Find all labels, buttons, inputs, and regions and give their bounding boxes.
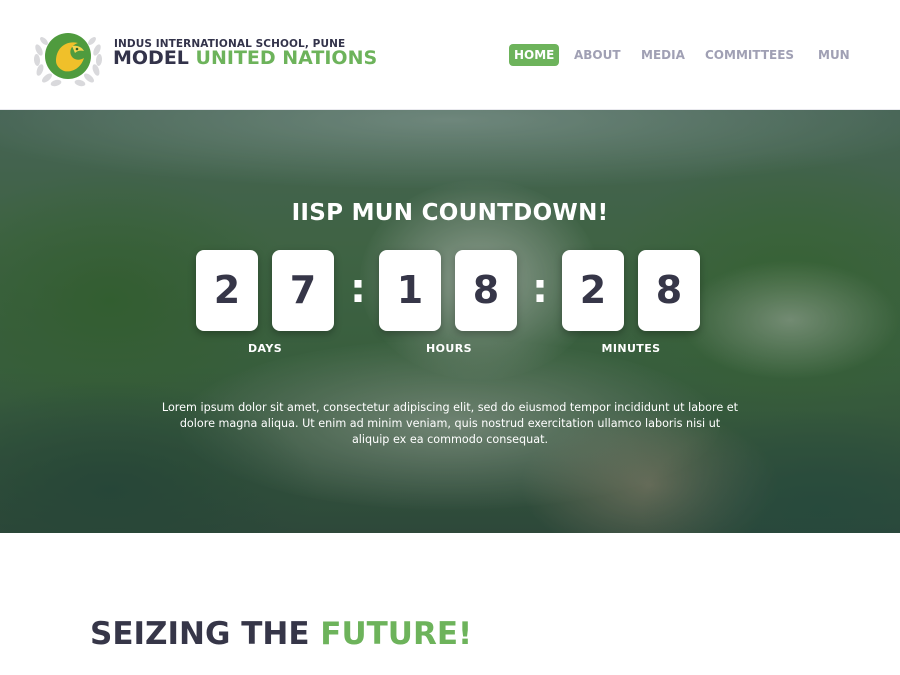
section-heading: SEIZING THE FUTURE!	[90, 616, 472, 652]
hours-digit-1: 1	[379, 250, 441, 331]
site-header: INDUS INTERNATIONAL SCHOOL, PUNE MODEL U…	[0, 0, 900, 110]
brand-title-accent: UNITED NATIONS	[195, 47, 378, 69]
days-label: DAYS	[247, 342, 283, 355]
section-heading-accent: FUTURE!	[320, 616, 473, 652]
minutes-label: MINUTES	[601, 342, 661, 355]
separator-colon: :	[350, 266, 366, 312]
nav-about[interactable]: ABOUT	[574, 44, 621, 66]
days-digit-2: 7	[272, 250, 334, 331]
hero-description: Lorem ipsum dolor sit amet, consectetur …	[161, 401, 739, 446]
brand-title-prefix: MODEL	[113, 47, 189, 69]
countdown-title: IISP MUN COUNTDOWN!	[291, 200, 609, 226]
minutes-digit-1: 2	[562, 250, 624, 331]
nav-mun[interactable]: MUN	[818, 44, 850, 66]
mun-logo-emblem-icon[interactable]	[32, 28, 104, 88]
section-heading-prefix: SEIZING THE	[90, 616, 310, 652]
separator-colon: :	[532, 266, 548, 312]
minutes-digit-2: 8	[638, 250, 700, 331]
hours-digit-2: 8	[455, 250, 517, 331]
nav-media[interactable]: MEDIA	[641, 44, 685, 66]
nav-home[interactable]: HOME	[509, 44, 560, 66]
hours-label: HOURS	[426, 342, 472, 355]
brand-title[interactable]: MODEL UNITED NATIONS	[113, 47, 377, 69]
days-digit-1: 2	[196, 250, 258, 331]
nav-committees[interactable]: COMMITTEES	[705, 44, 794, 66]
hero-overlay	[0, 110, 900, 533]
hero-countdown-section: IISP MUN COUNTDOWN! 2 7 : 1 8 : 2 8 DAYS…	[0, 110, 900, 533]
